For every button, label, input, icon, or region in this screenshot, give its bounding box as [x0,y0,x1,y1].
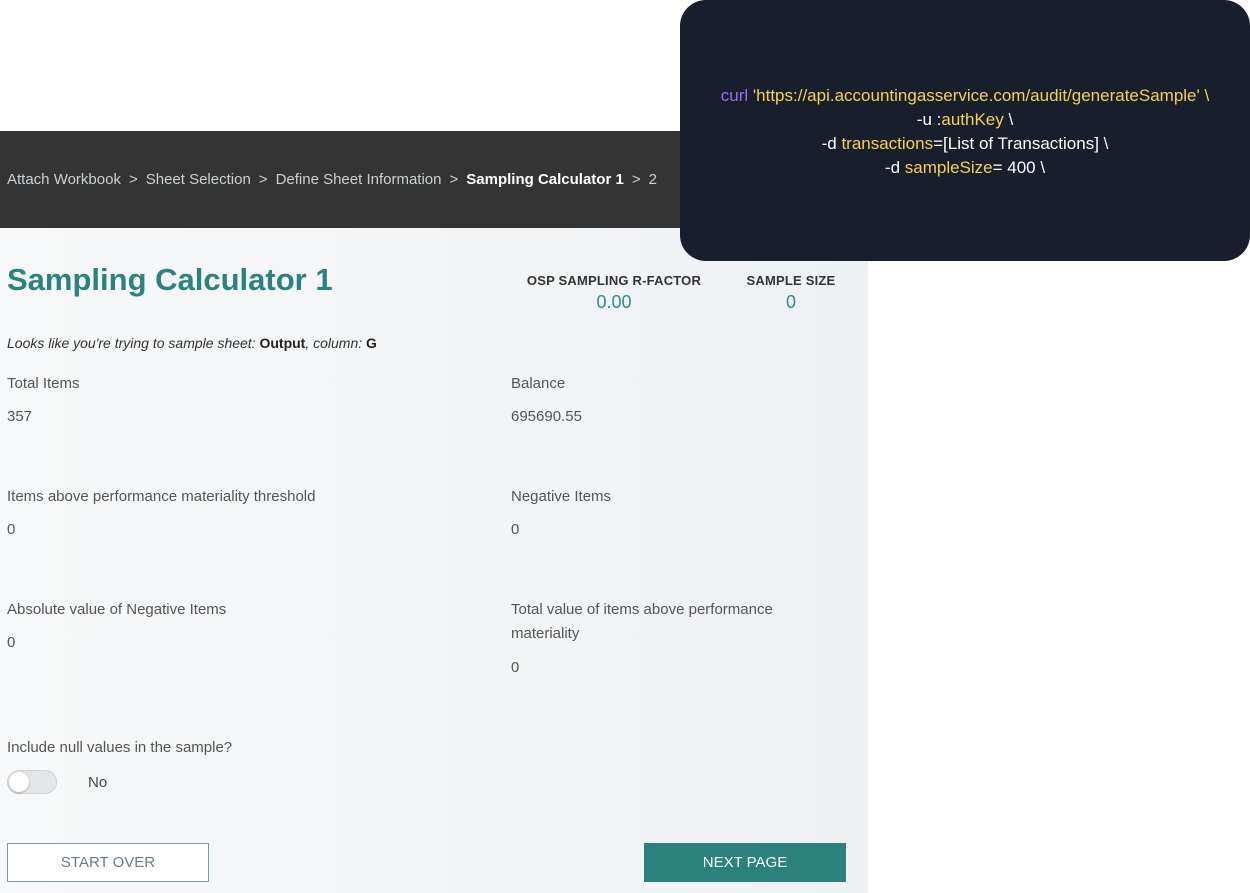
code-line-4-suffix: = 400 \ [992,158,1046,177]
breadcrumb-separator: > [631,171,641,188]
above-threshold-label: Items above performance materiality thre… [7,488,316,505]
breadcrumb-attach-workbook[interactable]: Attach Workbook [7,171,121,188]
total-above-label: Total value of items above performance m… [511,601,773,642]
above-threshold-value: 0 [7,521,16,538]
sampling-calculator-panel: Sampling Calculator 1 OSP SAMPLING R-FAC… [0,228,868,893]
sheet-name: Output [259,335,306,351]
breadcrumb-define-sheet-information[interactable]: Define Sheet Information [276,171,442,188]
sheet-note: Looks like you're trying to sample sheet… [7,335,377,351]
breadcrumb-sampling-calculator-1: Sampling Calculator 1 [466,171,624,188]
code-param-transactions: transactions [841,134,934,153]
balance-label: Balance [511,375,566,392]
balance-value: 695690.55 [511,408,582,425]
toggle-knob [9,772,29,792]
code-line-3-suffix: =[List of Transactions] \ [933,134,1109,153]
breadcrumb-separator: > [258,171,268,188]
start-over-button[interactable]: START OVER [7,843,209,882]
api-code-snippet: curl 'https://api.accountingasservice.co… [680,0,1250,261]
code-param-samplesize: sampleSize [904,158,993,177]
sample-size-value: 0 [785,292,796,312]
code-line-2: -u :authKey \ [680,108,1250,132]
column-prefix: , column: [305,335,363,351]
negative-items-label: Negative Items [511,488,612,505]
next-page-button[interactable]: NEXT PAGE [644,843,846,882]
total-items-value: 357 [7,408,33,425]
code-flag-u: -u : [916,110,942,129]
column-name: G [366,335,377,351]
null-values-toggle-state: No [88,774,108,791]
r-factor-label: OSP SAMPLING R-FACTOR [526,273,702,288]
breadcrumb-sheet-selection[interactable]: Sheet Selection [146,171,251,188]
code-param-authkey: authKey [941,110,1004,129]
breadcrumb-separator: > [128,171,138,188]
sample-size-label: SAMPLE SIZE [746,273,836,288]
null-values-toggle[interactable] [7,770,57,794]
null-values-question: Include null values in the sample? [7,739,233,756]
code-line-3: -d transactions=[List of Transactions] \ [680,132,1250,156]
abs-negative-label: Absolute value of Negative Items [7,601,227,618]
code-line-4: -d sampleSize= 400 \ [680,156,1250,180]
breadcrumb-step-2[interactable]: 2 [649,171,657,188]
code-url: 'https://api.accountingasservice.com/aud… [752,86,1210,105]
abs-negative-value: 0 [7,634,16,651]
code-line-1: curl 'https://api.accountingasservice.co… [680,84,1250,108]
code-flag-d: -d [884,158,905,177]
r-factor-metric: OSP SAMPLING R-FACTOR 0.00 [518,273,710,313]
r-factor-value: 0.00 [596,292,632,312]
sheet-note-prefix: Looks like you're trying to sample sheet… [7,335,256,351]
code-line-2-suffix: \ [1003,110,1014,129]
total-items-label: Total Items [7,375,80,392]
code-flag-d: -d [821,134,842,153]
negative-items-value: 0 [511,521,520,538]
code-curl-keyword: curl [720,86,749,105]
breadcrumb-separator: > [449,171,459,188]
page-title: Sampling Calculator 1 [7,262,333,297]
total-above-value: 0 [511,659,520,676]
sample-size-metric: SAMPLE SIZE 0 [738,273,844,313]
